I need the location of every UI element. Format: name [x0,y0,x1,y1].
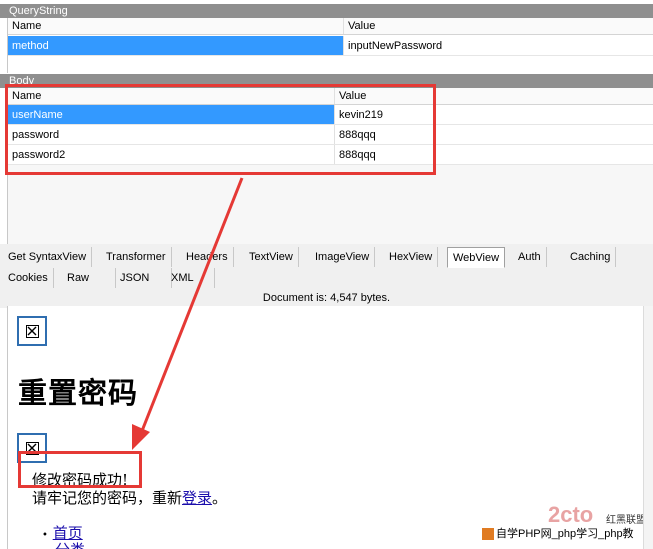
login-link[interactable]: 登录 [182,489,212,507]
tab-xml[interactable]: XML [166,268,215,288]
param-name[interactable]: password2 [8,145,335,164]
tab-imageview[interactable]: ImageView [310,247,376,267]
column-header-value[interactable]: Value [335,88,653,104]
tab-hexview[interactable]: HexView [384,247,439,267]
relogin-suffix: 。 [212,489,228,507]
tab-cookies[interactable]: Cookies [3,268,54,288]
column-header-name[interactable]: Name [8,88,335,104]
webview-pane[interactable]: 重置密码 修改密码成功! 请牢记您的密码，重新登录。 • 首页 分类 自学PHP… [7,306,643,549]
nav-link-category[interactable]: 分类 [55,541,85,549]
tab-auth[interactable]: Auth [513,247,547,267]
tab-raw[interactable]: Raw [62,268,117,288]
tab-caching[interactable]: Caching [565,247,617,267]
tab-headers[interactable]: Headers [181,247,234,267]
table-row[interactable]: password2 888qqq [8,145,653,165]
column-header-name[interactable]: Name [8,18,344,34]
broken-image-icon [17,316,47,346]
param-value[interactable]: 888qqq [335,145,653,164]
svg-text:2cto: 2cto [548,504,593,526]
table-row[interactable]: userName kevin219 [8,105,653,125]
param-name[interactable]: userName [8,105,335,124]
body-grid-header: Name Value [8,88,653,105]
watermark-brand: 红黑联盟 [606,515,643,526]
watermark-logo: 2cto [548,502,608,532]
webview-scrollbar[interactable] [643,306,653,549]
tab-webview[interactable]: WebView [447,247,506,268]
tab-json[interactable]: JSON [115,268,173,288]
relogin-message: 请牢记您的密码，重新登录。 [32,487,227,508]
querystring-grid[interactable]: Name Value method inputNewPassword [7,18,653,73]
tab-get-syntaxview[interactable]: Get SyntaxView [3,247,93,267]
page-title: 重置密码 [18,376,139,410]
querystring-grid-header: Name Value [8,18,653,35]
watermark-logo-icon [482,528,494,541]
broken-image-icon [17,433,47,463]
body-header: Body [0,74,653,88]
tab-transformer[interactable]: Transformer [101,247,172,267]
relogin-prefix: 请牢记您的密码，重新 [32,489,183,507]
column-header-value[interactable]: Value [344,18,653,34]
table-row[interactable]: method inputNewPassword [8,36,653,56]
tab-textview[interactable]: TextView [244,247,299,267]
param-value[interactable]: inputNewPassword [344,36,653,55]
document-size-status: Document is: 4,547 bytes. [0,290,653,306]
nav-item-category[interactable]: 分类 [55,539,85,549]
querystring-header: QueryString [0,4,653,18]
param-name[interactable]: method [8,36,344,55]
table-row[interactable]: password 888qqq [8,125,653,145]
param-value[interactable]: 888qqq [335,125,653,144]
param-value[interactable]: kevin219 [335,105,653,124]
body-grid[interactable]: Name Value userName kevin219 password 88… [7,88,653,244]
param-name[interactable]: password [8,125,335,144]
